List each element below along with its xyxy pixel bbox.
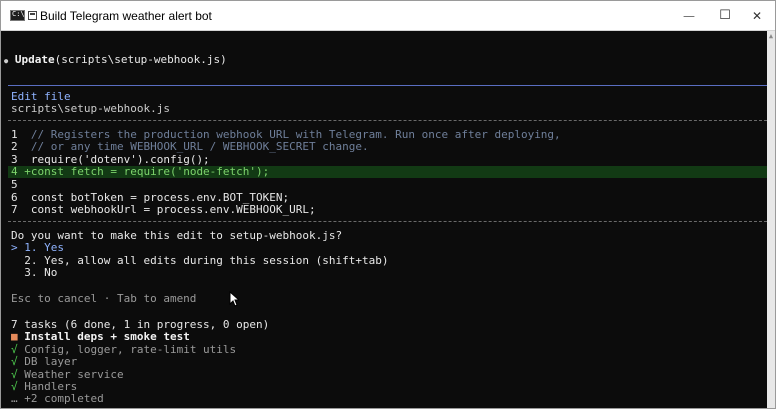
console-app-icon[interactable]: C:\ — [10, 10, 25, 21]
task-label: Install deps + smoke test — [24, 330, 190, 343]
in-progress-icon: ■ — [11, 330, 18, 343]
close-button[interactable]: ✕ — [739, 1, 775, 30]
window-title: Build Telegram weather alert bot — [40, 9, 212, 23]
code-line: 5 — [11, 178, 31, 192]
option-yes[interactable]: > 1. Yes — [11, 241, 64, 255]
update-bullet-icon: ● — [4, 57, 9, 65]
vertical-scrollbar[interactable]: ▲ — [767, 31, 775, 408]
option-label: 1. Yes — [24, 241, 64, 254]
edit-file-path: scripts\setup-webhook.js — [11, 102, 170, 115]
diff-marker: + — [24, 165, 31, 178]
line-number: 7 — [11, 203, 18, 216]
code-text: // or any time WEBHOOK_URL / WEBHOOK_SEC… — [30, 140, 369, 153]
checkmark-icon: √ — [11, 355, 18, 368]
close-icon: ✕ — [751, 8, 763, 23]
update-argument: (scripts\setup-webhook.js) — [54, 53, 227, 66]
mouse-cursor-icon — [229, 291, 239, 307]
maximize-button[interactable]: ☐ — [707, 1, 743, 30]
diff-top-divider — [8, 120, 767, 121]
minimize-button[interactable]: — — [671, 1, 707, 30]
option-yes-all-session[interactable]: 2. Yes, allow all edits during this sess… — [11, 254, 389, 268]
scroll-up-icon[interactable]: ▲ — [767, 31, 775, 41]
app-icon-label: C:\ — [12, 10, 25, 18]
line-number: 2 — [11, 140, 18, 153]
code-line: 7 const webhookUrl = process.env.WEBHOOK… — [11, 203, 316, 217]
update-command: Update — [14, 53, 55, 66]
code-line-added: 4 +const fetch = require('node-fetch'); — [11, 165, 270, 179]
title-bar: C:\ Build Telegram weather alert bot — ☐… — [1, 1, 775, 31]
diff-marker — [24, 203, 31, 216]
more-completed: … +2 completed — [11, 392, 104, 405]
maximize-icon: ☐ — [719, 8, 731, 23]
tab-icon — [28, 11, 37, 20]
code-line: 2 // or any time WEBHOOK_URL / WEBHOOK_S… — [11, 140, 369, 154]
option-label: 3. No — [24, 266, 58, 279]
line-number: 4 — [11, 165, 18, 178]
update-line: ● Update(scripts\setup-webhook.js) — [4, 53, 227, 68]
edit-top-divider — [8, 85, 767, 86]
terminal-window: C:\ Build Telegram weather alert bot — ☐… — [0, 0, 776, 409]
diff-marker — [24, 140, 31, 153]
option-label: 2. Yes, allow all edits during this sess… — [24, 254, 389, 267]
task-item: ■ Install deps + smoke test — [11, 330, 190, 344]
selection-caret: > — [11, 241, 25, 254]
diff-marker — [24, 178, 31, 191]
task-item: √ DB layer — [11, 355, 78, 369]
keyboard-hint: Esc to cancel · Tab to amend — [11, 292, 197, 305]
code-text: const webhookUrl = process.env.WEBHOOK_U… — [30, 203, 316, 216]
minimize-icon: — — [683, 8, 695, 23]
diff-bottom-divider — [8, 221, 767, 222]
terminal-output[interactable]: ● Update(scripts\setup-webhook.js) Edit … — [2, 31, 767, 408]
task-label: DB layer — [24, 355, 78, 368]
line-number: 5 — [11, 178, 18, 191]
option-no[interactable]: 3. No — [11, 266, 58, 280]
code-text: const fetch = require('node-fetch'); — [30, 165, 270, 178]
option-indent — [11, 266, 24, 279]
